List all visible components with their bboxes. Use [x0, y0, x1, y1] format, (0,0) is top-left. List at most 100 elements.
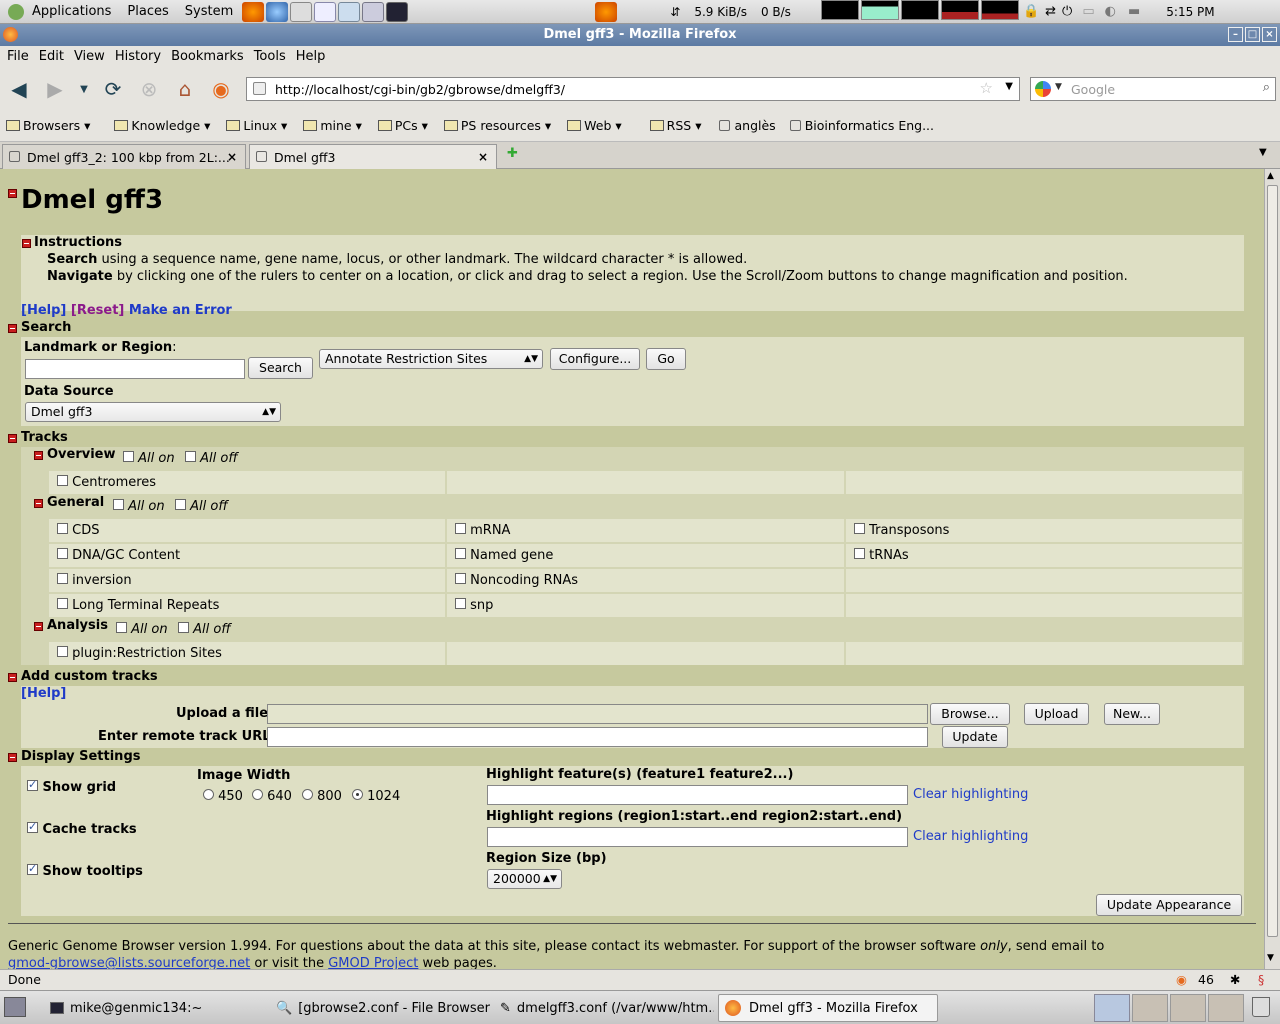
- show-desktop-icon[interactable]: [4, 997, 26, 1017]
- menu-bookmarks[interactable]: Bookmarks: [166, 46, 249, 68]
- width-640-option[interactable]: 640: [252, 789, 292, 804]
- configure-button[interactable]: Configure...: [550, 348, 640, 370]
- scroll-down-icon[interactable]: ▼: [1267, 953, 1274, 963]
- new-button[interactable]: New...: [1104, 703, 1160, 725]
- workspace-1[interactable]: [1094, 994, 1130, 1022]
- checkbox[interactable]: [455, 548, 466, 559]
- bookmark-rss[interactable]: RSS ▾: [649, 118, 701, 133]
- screen-launcher-icon[interactable]: [362, 1, 385, 22]
- scroll-up-icon[interactable]: ▲: [1267, 171, 1274, 181]
- browser-launcher-icon[interactable]: [266, 1, 289, 22]
- search-go-icon[interactable]: ⌕: [1263, 80, 1270, 95]
- general-all-on[interactable]: All on: [113, 499, 165, 514]
- stop-icon[interactable]: ⊗: [132, 72, 166, 106]
- general-all-off[interactable]: All off: [175, 499, 228, 514]
- mail-launcher-icon[interactable]: [290, 1, 313, 22]
- bug-icon[interactable]: ✱: [1230, 970, 1240, 989]
- landmark-input[interactable]: [25, 359, 245, 379]
- checkbox[interactable]: [113, 499, 124, 510]
- close-window-icon[interactable]: ×: [1262, 27, 1277, 42]
- gmod-project-link[interactable]: GMOD Project: [328, 956, 418, 969]
- trash-icon[interactable]: [1252, 997, 1270, 1017]
- rss-status-icon[interactable]: ◉: [1176, 970, 1187, 989]
- task-file-browser[interactable]: 🔍 [gbrowse2.conf - File Browser]: [270, 994, 490, 1022]
- track-inversion[interactable]: inversion: [49, 569, 445, 592]
- checkbox[interactable]: [57, 523, 68, 534]
- collapse-icon[interactable]: [34, 622, 43, 631]
- track-mrna[interactable]: mRNA: [447, 519, 844, 542]
- reset-link[interactable]: [Reset]: [71, 303, 124, 318]
- tray-icon[interactable]: ◐: [1105, 4, 1116, 19]
- radio[interactable]: [252, 789, 263, 800]
- checkbox[interactable]: [455, 573, 466, 584]
- switch-icon[interactable]: ⇄: [1045, 4, 1056, 19]
- checkbox[interactable]: [116, 622, 127, 633]
- search-bar[interactable]: ▼ Google ⌕: [1030, 77, 1276, 101]
- bookmark-knowledge[interactable]: Knowledge ▾: [114, 118, 210, 133]
- track-centromeres[interactable]: Centromeres: [49, 471, 445, 494]
- highlight-regions-input[interactable]: [487, 827, 908, 847]
- collapse-icon[interactable]: [22, 239, 31, 248]
- clear-highlight-regions-link[interactable]: Clear highlighting: [913, 829, 1028, 844]
- checkbox[interactable]: [455, 523, 466, 534]
- google-engine-icon[interactable]: [1035, 81, 1051, 97]
- checkbox-checked[interactable]: [27, 820, 38, 833]
- checkbox[interactable]: [854, 523, 865, 534]
- tab-dmel-gff3[interactable]: Dmel gff3 ×: [249, 144, 497, 169]
- collapse-icon[interactable]: [34, 499, 43, 508]
- reload-icon[interactable]: ⟳: [96, 72, 130, 106]
- tab-dmel-gff3-2[interactable]: Dmel gff3_2: 100 kbp from 2L:... ×: [2, 144, 246, 169]
- vertical-scrollbar[interactable]: ▲ ▼: [1264, 169, 1280, 969]
- track-noncoding-rnas[interactable]: Noncoding RNAs: [447, 569, 844, 592]
- search-button[interactable]: Search: [248, 357, 313, 379]
- checkbox[interactable]: [854, 548, 865, 559]
- bookmark-bioinformatics[interactable]: Bioinformatics Eng...: [789, 118, 934, 133]
- scroll-thumb[interactable]: [1267, 185, 1278, 937]
- clear-highlight-features-link[interactable]: Clear highlighting: [913, 787, 1028, 802]
- checkbox[interactable]: [57, 573, 68, 584]
- tab-list-icon[interactable]: ▼: [1259, 147, 1267, 158]
- analysis-all-on[interactable]: All on: [116, 622, 168, 637]
- track-trnas[interactable]: tRNAs: [846, 544, 1242, 567]
- network-launcher-icon[interactable]: [338, 1, 361, 22]
- history-dropdown-icon[interactable]: ▼: [74, 72, 94, 106]
- url-dropdown-icon[interactable]: ▼: [1005, 81, 1013, 92]
- checkbox[interactable]: [185, 451, 196, 462]
- checkbox[interactable]: [178, 622, 189, 633]
- track-restriction-sites[interactable]: plugin:Restriction Sites: [49, 642, 445, 665]
- overview-all-on[interactable]: All on: [123, 451, 175, 466]
- width-800-option[interactable]: 800: [302, 789, 342, 804]
- go-button[interactable]: Go: [646, 348, 686, 370]
- workspace-2[interactable]: [1132, 994, 1168, 1022]
- checkbox[interactable]: [57, 598, 68, 609]
- collapse-icon[interactable]: [8, 434, 17, 443]
- bookmark-web[interactable]: Web ▾: [567, 118, 622, 133]
- back-icon[interactable]: ◀: [2, 72, 36, 106]
- gnome-foot-icon[interactable]: [8, 3, 24, 20]
- track-ltr[interactable]: Long Terminal Repeats: [49, 594, 445, 617]
- update-appearance-button[interactable]: Update Appearance: [1096, 894, 1242, 916]
- task-terminal[interactable]: mike@genmic134:~: [44, 994, 266, 1022]
- radio-selected[interactable]: [352, 789, 363, 800]
- task-editor[interactable]: ✎ dmelgff3.conf (/var/www/htm...: [494, 994, 714, 1022]
- checkbox[interactable]: [123, 451, 134, 462]
- width-450-option[interactable]: 450: [203, 789, 243, 804]
- show-grid-option[interactable]: Show grid: [27, 778, 116, 795]
- firefox-tray-icon[interactable]: [595, 1, 618, 22]
- task-firefox[interactable]: Dmel gff3 - Mozilla Firefox: [718, 994, 938, 1022]
- workspace-3[interactable]: [1170, 994, 1206, 1022]
- footer-email-link[interactable]: gmod-gbrowse@lists.sourceforge.net: [8, 956, 250, 969]
- addon-icon[interactable]: §: [1258, 970, 1264, 989]
- upload-file-input[interactable]: [267, 704, 928, 724]
- menu-tools[interactable]: Tools: [249, 46, 291, 68]
- highlight-features-input[interactable]: [487, 785, 908, 805]
- help-link[interactable]: [Help]: [21, 303, 66, 318]
- menu-file[interactable]: File: [2, 46, 34, 68]
- browse-button[interactable]: Browse...: [930, 703, 1010, 725]
- keyboard-icon[interactable]: ▬: [1128, 4, 1140, 19]
- menu-view[interactable]: View: [69, 46, 110, 68]
- analysis-all-off[interactable]: All off: [178, 622, 231, 637]
- checkbox[interactable]: [175, 499, 186, 510]
- window-titlebar[interactable]: Dmel gff3 - Mozilla Firefox – □ ×: [0, 24, 1280, 46]
- width-1024-option[interactable]: 1024: [352, 789, 400, 804]
